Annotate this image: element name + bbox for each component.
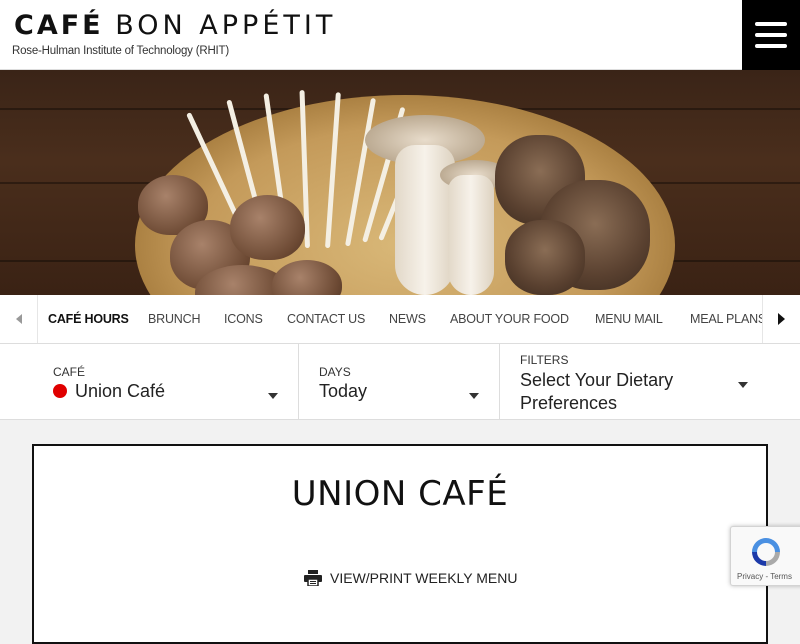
print-weekly-menu-link[interactable]: View/Print Weekly Menu xyxy=(304,570,517,586)
filters-select-label: Filters xyxy=(520,353,569,367)
nav-item-meal-plans[interactable]: Meal Plans xyxy=(690,312,762,326)
section-nav: Café Hours Brunch Icons Contact Us News … xyxy=(0,295,800,344)
hero-image xyxy=(0,70,800,295)
printer-icon xyxy=(304,570,322,586)
filters-select-value: Select Your Dietary Preferences xyxy=(520,370,674,413)
caret-down-icon xyxy=(268,393,278,399)
hamburger-menu-button[interactable] xyxy=(742,0,800,70)
cafe-status-dot xyxy=(53,384,67,398)
nav-scroll-left-button[interactable] xyxy=(0,295,38,343)
cafe-select[interactable]: Café Union Café xyxy=(0,344,299,419)
caret-down-icon xyxy=(469,393,479,399)
hamburger-icon xyxy=(755,22,787,26)
days-select-value: Today xyxy=(319,381,368,401)
nav-item-about-your-food[interactable]: About Your Food xyxy=(450,312,569,326)
cafe-select-label: Café xyxy=(53,365,86,379)
site-header: CAFÉ BON APPÉTIT Rose-Hulman Institute o… xyxy=(0,0,800,70)
recaptcha-icon xyxy=(752,538,780,566)
chevron-right-icon xyxy=(778,313,785,325)
site-subtitle: Rose-Hulman Institute of Technology (RHI… xyxy=(12,45,230,57)
recaptcha-links[interactable]: Privacy - Terms xyxy=(737,572,792,581)
nav-item-icons[interactable]: Icons xyxy=(224,312,263,326)
nav-item-news[interactable]: News xyxy=(389,312,426,326)
logo-bon-appetit: BON APPÉTIT xyxy=(115,10,337,41)
nav-items: Café Hours Brunch Icons Contact Us News … xyxy=(38,295,762,343)
menu-selectors: Café Union Café Days Today Filters Selec… xyxy=(0,344,800,420)
nav-item-cafe-hours[interactable]: Café Hours xyxy=(48,312,129,326)
days-select[interactable]: Days Today xyxy=(299,344,500,419)
nav-scroll-right-button[interactable] xyxy=(762,295,800,343)
caret-down-icon xyxy=(738,382,748,388)
print-weekly-menu-label: View/Print Weekly Menu xyxy=(330,570,518,586)
filters-select[interactable]: Filters Select Your Dietary Preferences xyxy=(500,344,800,419)
cafe-card: UNION CAFÉ View/Print Weekly Menu xyxy=(32,444,768,644)
site-logo[interactable]: CAFÉ BON APPÉTIT xyxy=(14,10,336,41)
page-title: UNION CAFÉ xyxy=(291,474,509,514)
recaptcha-badge[interactable]: Privacy - Terms xyxy=(730,526,800,586)
hamburger-icon-bar xyxy=(755,44,787,48)
logo-cafe: CAFÉ xyxy=(14,10,104,41)
cafe-select-value: Union Café xyxy=(75,381,166,401)
nav-item-contact-us[interactable]: Contact Us xyxy=(287,312,365,326)
chevron-left-icon xyxy=(15,314,22,324)
nav-item-menu-mail[interactable]: Menu Mail xyxy=(595,312,663,326)
hamburger-icon-bar xyxy=(755,33,787,37)
days-select-label: Days xyxy=(319,365,351,379)
nav-item-brunch[interactable]: Brunch xyxy=(148,312,200,326)
